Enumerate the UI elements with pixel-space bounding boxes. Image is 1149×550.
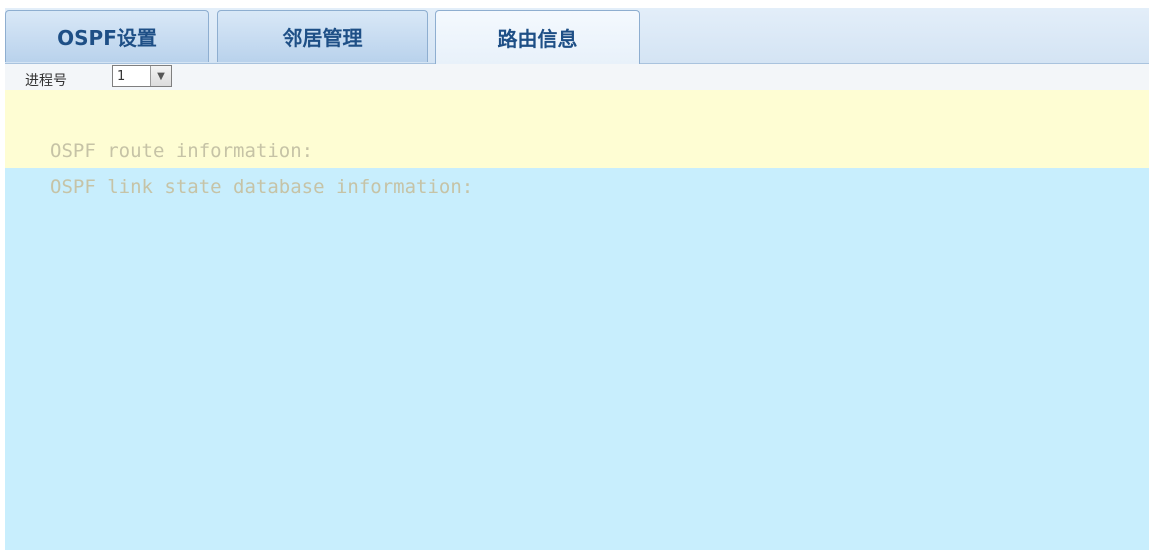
tab-neighbor-management[interactable]: 邻居管理 (217, 10, 428, 62)
tab-label: 邻居管理 (282, 26, 363, 50)
tab-routing-info[interactable]: 路由信息 (435, 10, 640, 64)
chevron-down-icon[interactable]: ▼ (150, 66, 171, 86)
tab-bar: OSPF设置 邻居管理 路由信息 (5, 8, 1149, 64)
process-id-select[interactable]: 1 ▼ (112, 65, 172, 87)
process-id-value: 1 (117, 68, 126, 84)
lsdb-info-line: OSPF link state database information: (50, 176, 474, 198)
tab-label: OSPF设置 (57, 26, 157, 50)
route-info-area: OSPF route information: OSPF link state … (5, 90, 1149, 550)
process-id-label: 进程号 (25, 73, 67, 89)
toolbar: 进程号 1 ▼ (5, 64, 1149, 90)
tab-ospf-settings[interactable]: OSPF设置 (5, 10, 209, 62)
tab-label: 路由信息 (497, 27, 578, 51)
router-info-panel: OSPF设置 邻居管理 路由信息 进程号 1 ▼ OSPF route info… (5, 8, 1149, 550)
route-info-line: OSPF route information: (50, 140, 314, 162)
